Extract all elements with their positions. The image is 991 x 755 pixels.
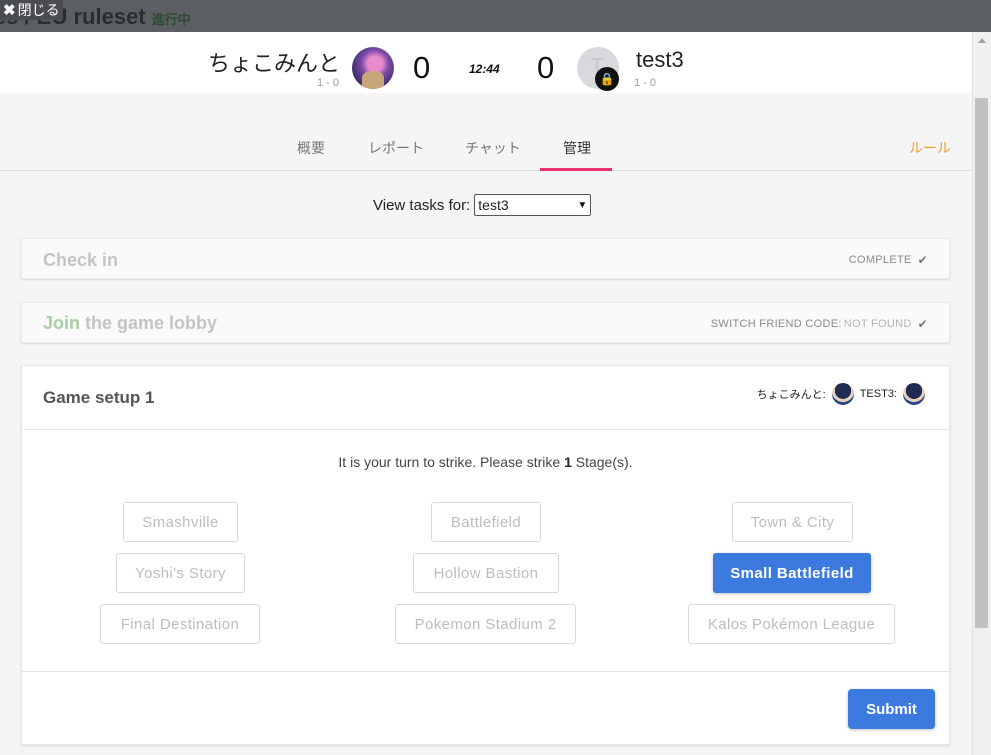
player2-record: 1 - 0 bbox=[634, 77, 657, 89]
player-select[interactable]: test3 ▼ bbox=[474, 194, 592, 216]
stage-battlefield[interactable]: Battlefield bbox=[431, 502, 541, 542]
game-setup-header: Game setup 1 ちょこみんと: test3: bbox=[22, 366, 949, 430]
player1-name: ちょこみんと bbox=[207, 51, 340, 76]
striker2-avatar bbox=[903, 383, 925, 405]
strike-instruction: It is your turn to strike. Please strike… bbox=[22, 454, 949, 470]
stage-pokemon-stadium-2[interactable]: Pokemon Stadium 2 bbox=[395, 604, 576, 644]
status-badge: 進行中 bbox=[151, 12, 191, 27]
submit-button[interactable]: Submit bbox=[848, 689, 935, 729]
task-check-in-title: Check in bbox=[43, 250, 119, 270]
stage-final-destination[interactable]: Final Destination bbox=[100, 604, 260, 644]
task-join-lobby-highlight: Join bbox=[43, 313, 81, 333]
view-tasks-label: View tasks for: bbox=[373, 196, 471, 214]
tab-overview[interactable]: 概要 bbox=[297, 138, 325, 158]
task-check-in[interactable]: Check in COMPLETE ✔ bbox=[21, 238, 950, 279]
striker-order: ちょこみんと: test3: bbox=[757, 383, 925, 405]
tab-admin[interactable]: 管理 bbox=[563, 138, 591, 158]
player2-score: 0 bbox=[537, 50, 555, 85]
task-join-lobby[interactable]: Join the game lobby SWITCH FRIEND CODE: … bbox=[21, 302, 950, 343]
striker1-avatar bbox=[831, 383, 854, 405]
stage-hollow-bastion[interactable]: Hollow Bastion bbox=[413, 553, 559, 593]
scrollbar-thumb[interactable] bbox=[975, 98, 988, 628]
close-button[interactable]: ✖ 閉じる bbox=[0, 0, 63, 20]
game-setup-footer: Submit bbox=[22, 671, 949, 746]
tab-chat[interactable]: チャット bbox=[465, 138, 521, 158]
stage-kalos-pokemon-league[interactable]: Kalos Pokémon League bbox=[688, 604, 895, 644]
stage-town-and-city[interactable]: Town & City bbox=[732, 502, 853, 542]
check-icon: ✔ bbox=[917, 317, 928, 331]
stage-small-battlefield[interactable]: Small Battlefield bbox=[713, 553, 871, 593]
task-join-lobby-status: SWITCH FRIEND CODE: NOT FOUND ✔ bbox=[711, 317, 928, 331]
task-join-lobby-rest: the game lobby bbox=[80, 313, 218, 333]
task-join-lobby-title: Join the game lobby bbox=[43, 313, 217, 334]
close-label: 閉じる bbox=[17, 2, 60, 18]
game-setup-card: Game setup 1 ちょこみんと: test3: It is your t… bbox=[21, 365, 950, 745]
task-check-in-status-text: COMPLETE bbox=[848, 254, 912, 266]
active-tab-indicator bbox=[540, 168, 612, 171]
stage-yoshis-story[interactable]: Yoshi's Story bbox=[116, 553, 245, 593]
striker2-label: test3: bbox=[859, 388, 897, 400]
friend-code-label: SWITCH FRIEND CODE: bbox=[710, 318, 842, 330]
scrollbar[interactable] bbox=[972, 32, 991, 755]
rules-link[interactable]: ルール bbox=[909, 138, 951, 158]
player2-name: test3 bbox=[636, 47, 684, 72]
task-check-in-status: COMPLETE ✔ bbox=[849, 253, 928, 267]
chevron-down-icon: ▼ bbox=[577, 199, 588, 211]
tab-bar: 概要 レポート チャット 管理 ルール bbox=[0, 93, 972, 171]
page-header: es / EU ruleset 進行中 ✖ 閉じる bbox=[0, 0, 991, 32]
player1-record: 1 - 0 bbox=[317, 77, 340, 89]
scoreboard: ちょこみんと 1 - 0 0 12:44 0 T 🔒 test3 1 - 0 bbox=[0, 32, 972, 93]
striker1-label: ちょこみんと: bbox=[756, 389, 826, 401]
game-setup-title: Game setup 1 bbox=[43, 388, 155, 407]
stage-smashville[interactable]: Smashville bbox=[123, 502, 238, 542]
strike-count: 1 bbox=[564, 454, 572, 470]
friend-code-value: NOT FOUND bbox=[843, 318, 912, 330]
player1-avatar bbox=[352, 47, 394, 89]
tab-report[interactable]: レポート bbox=[368, 138, 424, 158]
player1-score: 0 bbox=[413, 50, 431, 85]
strike-instruction-post: Stage(s). bbox=[571, 454, 633, 470]
check-icon: ✔ bbox=[917, 253, 928, 267]
scroll-up-arrow-icon[interactable] bbox=[978, 38, 986, 43]
match-clock: 12:44 bbox=[469, 62, 500, 76]
match-modal: ちょこみんと 1 - 0 0 12:44 0 T 🔒 test3 1 - 0 概… bbox=[0, 32, 972, 755]
player-select-value: test3 bbox=[478, 197, 509, 213]
close-icon: ✖ bbox=[3, 2, 16, 19]
view-tasks-row: View tasks for: test3 ▼ bbox=[373, 194, 592, 216]
strike-instruction-pre: It is your turn to strike. Please strike bbox=[338, 454, 565, 470]
lock-icon: 🔒 bbox=[595, 67, 619, 91]
